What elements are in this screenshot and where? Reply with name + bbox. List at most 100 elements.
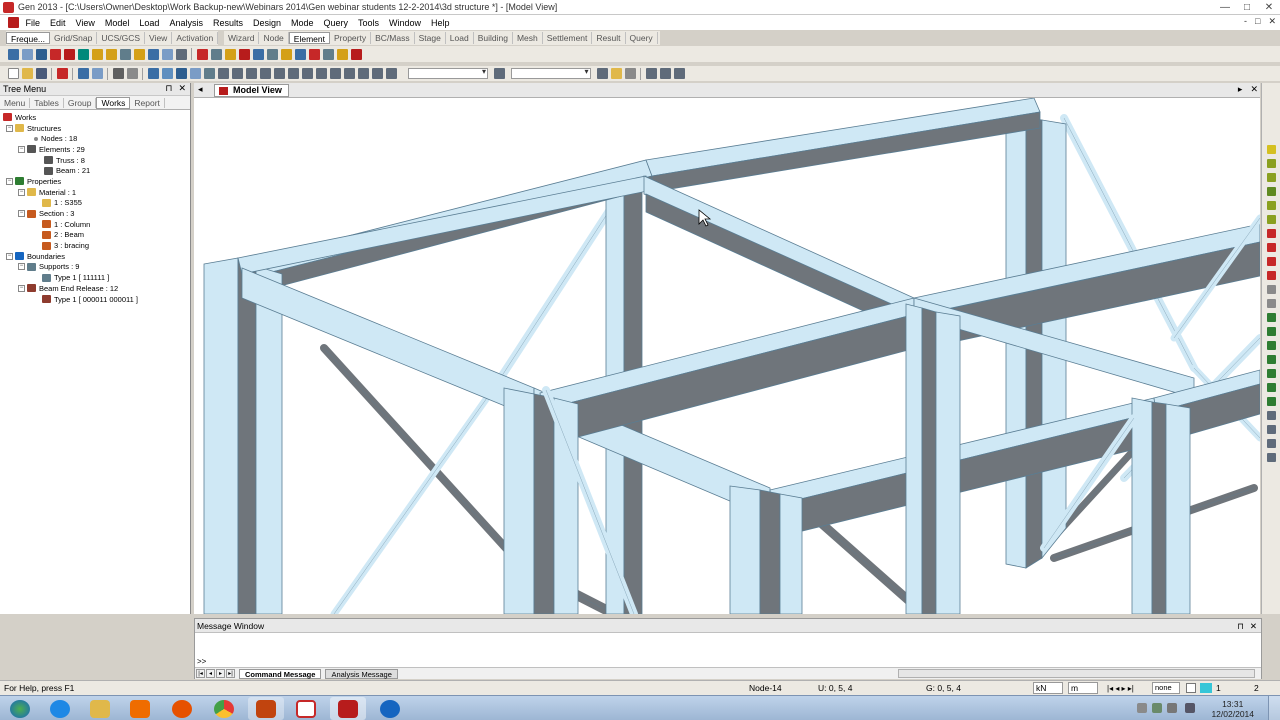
next-tab-icon[interactable]: ▸ [216,669,225,678]
save-icon[interactable] [35,68,47,79]
tab-grid-snap[interactable]: Grid/Snap [50,32,98,44]
column-member[interactable] [905,303,923,614]
zoom-fit-icon[interactable] [1266,145,1276,154]
taskbar-firefox[interactable] [164,697,200,720]
column-member[interactable] [1131,397,1153,614]
tree-node-section-beam[interactable]: 2 : Beam [0,230,190,241]
tab-query[interactable]: Query [626,32,658,44]
taskbar-powerpoint[interactable] [248,697,284,720]
inactivate-icon[interactable] [371,68,383,79]
pan-icon[interactable] [175,68,187,79]
menu-edit[interactable]: Edit [45,18,71,28]
merge-element-icon[interactable] [280,48,292,60]
ucs-xy-icon[interactable] [1266,299,1276,308]
tree-node-material-s355[interactable]: 1 : S355 [0,198,190,209]
menu-tools[interactable]: Tools [353,18,384,28]
tree-node-section[interactable]: − Section : 3 [0,208,190,219]
print-icon[interactable] [112,68,124,79]
rear-view-icon[interactable] [1266,425,1276,434]
column-member[interactable] [1151,401,1167,614]
ucs-yz-icon[interactable] [1266,327,1276,336]
top-view-icon[interactable] [1266,355,1276,364]
tree-node-elements[interactable]: − Elements : 29 [0,144,190,155]
tab-node[interactable]: Node [259,32,289,44]
zoom-in-icon[interactable] [1266,159,1276,168]
tab-tables[interactable]: Tables [30,97,64,108]
intersect-icon[interactable] [294,48,306,60]
pan-icon[interactable] [1266,201,1276,210]
rotate-left-icon[interactable] [259,68,271,79]
zoom-previous-icon[interactable] [1266,215,1276,224]
menu-design[interactable]: Design [248,18,286,28]
collapse-icon[interactable]: − [18,145,25,153]
column-member[interactable] [533,393,555,614]
change-parameter-icon[interactable] [322,48,334,60]
collapse-icon[interactable]: − [6,177,13,185]
menu-results[interactable]: Results [208,18,248,28]
taskbar-explorer[interactable] [82,697,118,720]
start-button[interactable] [6,697,34,720]
shrink-icon[interactable] [133,48,145,60]
tab-works[interactable]: Works [96,96,131,109]
close-view-icon[interactable]: ✕ [1250,84,1258,95]
iso-view-icon[interactable] [1266,341,1276,350]
select-window-icon[interactable] [21,48,33,60]
activate-all-icon[interactable] [385,68,397,79]
column-member[interactable] [729,485,761,614]
tab-analysis-message[interactable]: Analysis Message [325,668,398,679]
taskbar-gen[interactable] [330,697,366,720]
show-desktop-button[interactable] [1268,696,1280,720]
column-member[interactable] [1165,403,1191,614]
select-polygon-icon[interactable] [35,48,47,60]
zoom-fit-icon[interactable] [147,68,159,79]
table-icon[interactable] [673,68,685,79]
tab-report[interactable]: Report [130,97,165,108]
delete-icon[interactable] [56,68,68,79]
tree-node-structures[interactable]: − Structures [0,123,190,134]
filter-icon[interactable] [494,68,505,79]
translate-element-icon[interactable] [224,48,236,60]
active-display-icon[interactable] [1200,683,1212,693]
tab-property[interactable]: Property [330,32,372,44]
move-view-icon[interactable] [1266,453,1276,462]
column-member[interactable] [503,387,535,614]
tray-volume-icon[interactable] [1185,703,1195,713]
structure-3d-render[interactable] [194,98,1260,614]
display-icon[interactable] [77,48,89,60]
tree-node-support-type1[interactable]: Type 1 [ 111111 ] [0,272,190,283]
tree-node-beam-end-release[interactable]: − Beam End Release : 12 [0,283,190,294]
tab-model-view[interactable]: Model View [214,84,289,97]
tree-node-supports[interactable]: − Supports : 9 [0,262,190,273]
menu-analysis[interactable]: Analysis [164,18,208,28]
column-member[interactable] [779,493,803,614]
tab-element[interactable]: Element [288,32,330,44]
minimize-button[interactable]: — [1214,0,1236,14]
tree-node-works[interactable]: Works [0,112,190,123]
close-panel-icon[interactable]: ✕ [178,83,186,94]
command-prompt[interactable]: >> [197,657,206,666]
zoom-window-icon[interactable] [161,68,173,79]
taskbar-app[interactable] [372,697,408,720]
delete-element-icon[interactable] [210,48,222,60]
padlock-icon[interactable] [624,68,636,79]
close-panel-icon[interactable]: ✕ [1250,619,1257,633]
create-element-icon[interactable] [196,48,208,60]
view-mode-select[interactable]: none [1152,682,1180,694]
tree-node-nodes[interactable]: Nodes : 18 [0,133,190,144]
menu-model[interactable]: Model [100,18,135,28]
cascade-icon[interactable] [659,68,671,79]
taskbar-media[interactable] [122,697,158,720]
close-window-button[interactable]: ✕ [1258,0,1280,14]
unselect-icon[interactable] [63,48,75,60]
beam-member[interactable] [643,175,915,317]
column-member[interactable] [759,489,781,614]
unlock-icon[interactable] [610,68,622,79]
taskbar-chrome[interactable] [206,697,242,720]
menu-load[interactable]: Load [134,18,164,28]
collapse-icon[interactable]: − [18,263,25,271]
tab-scroll-left-icon[interactable]: ◂ [198,84,203,95]
rotate-right-icon[interactable] [273,68,285,79]
rotate-view-icon[interactable] [189,68,201,79]
divide-element-icon[interactable] [266,48,278,60]
side-view-icon[interactable] [245,68,257,79]
